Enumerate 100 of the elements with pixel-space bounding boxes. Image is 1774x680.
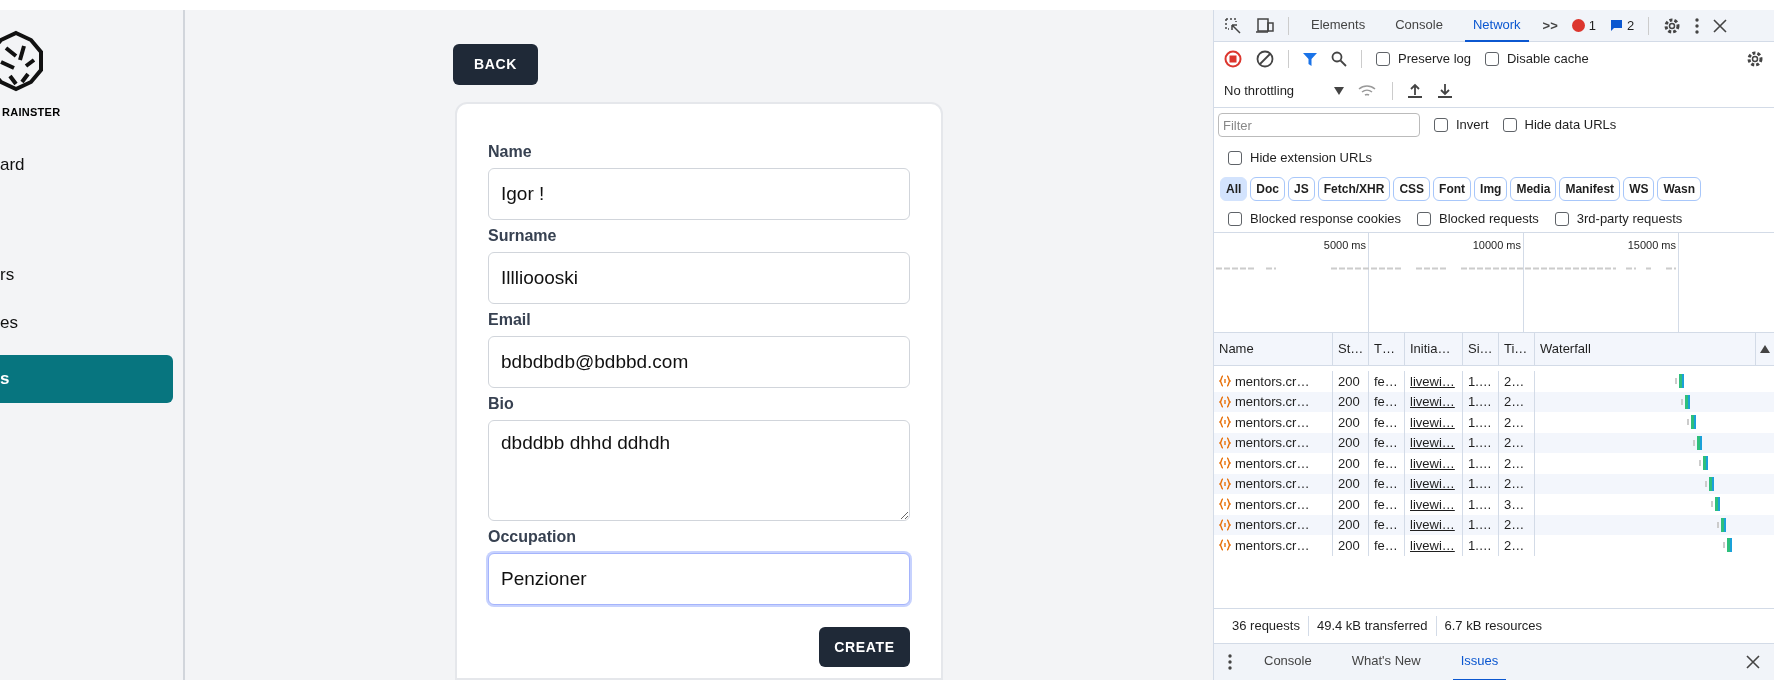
table-cell-text: 2…: [1504, 454, 1525, 473]
checkbox[interactable]: [1417, 211, 1432, 226]
drawer-tab[interactable]: What's New: [1343, 643, 1429, 680]
input-field[interactable]: Illlioooski: [488, 252, 910, 304]
clear-icon[interactable]: [1256, 49, 1274, 68]
filter-field[interactable]: Filter: [1218, 113, 1420, 137]
type-filter-chip[interactable]: Font: [1433, 177, 1472, 201]
type-filter-chip[interactable]: All: [1220, 177, 1248, 201]
throttling-dropdown[interactable]: No throttling: [1224, 81, 1345, 101]
bio-field[interactable]: dbddbb dhhd ddhdh: [488, 420, 910, 521]
table-cell-text: 2…: [1504, 516, 1525, 534]
checkbox[interactable]: [1434, 118, 1448, 132]
more-tabs-button[interactable]: >>: [1542, 15, 1558, 36]
table-cell[interactable]: livewi…: [1410, 494, 1455, 514]
table-cell-text: 2…: [1504, 475, 1525, 493]
checkbox[interactable]: [1502, 118, 1517, 132]
table-cell-text: 2…: [1504, 372, 1525, 391]
checkbox-label: Invert: [1456, 116, 1489, 135]
column-header[interactable]: Si…: [1463, 333, 1499, 365]
column-header[interactable]: Ti…: [1499, 333, 1535, 365]
table-cell-text: 2…: [1504, 393, 1525, 411]
table-cell-text: fe…: [1374, 372, 1398, 391]
sidebar-item[interactable]: rs: [0, 250, 173, 299]
record-icon[interactable]: [1224, 49, 1242, 68]
column-header[interactable]: Initia…: [1405, 333, 1463, 365]
table-cell[interactable]: livewi…: [1410, 515, 1455, 535]
column-header[interactable]: T…: [1369, 333, 1405, 365]
type-filter-chip[interactable]: WS: [1623, 177, 1655, 201]
device-toolbar-icon[interactable]: [1256, 17, 1274, 34]
column-header[interactable]: Name: [1214, 333, 1333, 365]
filter-icon[interactable]: [1303, 51, 1317, 66]
checkbox[interactable]: [1485, 51, 1499, 66]
drawer-tab[interactable]: Issues: [1452, 643, 1507, 680]
checkbox[interactable]: [1376, 51, 1390, 66]
type-filter-chip[interactable]: Manifest: [1559, 177, 1621, 201]
search-icon[interactable]: [1331, 50, 1347, 67]
type-filter-chip[interactable]: Fetch/XHR: [1317, 177, 1391, 201]
checkbox[interactable]: [1554, 211, 1569, 226]
table-cell[interactable]: livewi…: [1410, 535, 1455, 555]
table-cell-text: 1.…: [1468, 434, 1492, 452]
type-filter-chip[interactable]: Media: [1510, 177, 1557, 201]
input-field[interactable]: Penzioner: [488, 553, 910, 605]
back-button[interactable]: BACK: [453, 44, 538, 85]
table-cell-text: mentors.cr…: [1235, 372, 1310, 391]
devtools-tab[interactable]: Elements: [1303, 9, 1374, 42]
table-cell-text: 1.…: [1468, 516, 1492, 534]
field-label: Name: [488, 142, 533, 162]
close-icon[interactable]: [1746, 655, 1760, 669]
table-cell[interactable]: livewi…: [1410, 474, 1455, 494]
field-label: Bio: [488, 394, 515, 414]
type-filter-chip[interactable]: CSS: [1393, 177, 1431, 201]
table-cell-text: 2…: [1504, 434, 1525, 452]
type-filter-chip[interactable]: JS: [1288, 177, 1315, 201]
message-icon: [1610, 19, 1623, 32]
table-cell-text: fe…: [1374, 393, 1398, 411]
close-icon[interactable]: [1713, 18, 1728, 33]
create-button[interactable]: CREATE: [819, 627, 910, 667]
sidebar-item[interactable]: s: [0, 354, 173, 403]
checkbox-label: Hide data URLs: [1524, 116, 1617, 135]
type-filter-chip[interactable]: Wasn: [1657, 177, 1702, 201]
table-cell-text: 200: [1338, 434, 1360, 452]
table-cell[interactable]: livewi…: [1410, 412, 1455, 432]
more-options-icon[interactable]: [1228, 654, 1232, 670]
checkbox[interactable]: [1228, 150, 1242, 165]
table-cell-text: fe…: [1374, 495, 1398, 514]
more-options-icon[interactable]: [1695, 17, 1700, 34]
table-cell-text: mentors.cr…: [1235, 495, 1310, 514]
drawer-tab[interactable]: Console: [1256, 643, 1320, 680]
table-cell-text: 200: [1338, 454, 1360, 473]
status-text: 6.7 kB resources: [1435, 616, 1551, 636]
timeline-tick: 5000 ms: [1323, 238, 1366, 253]
table-cell[interactable]: livewi…: [1410, 433, 1455, 453]
column-header[interactable]: Waterfall: [1535, 333, 1756, 365]
column-header[interactable]: St…: [1333, 333, 1369, 365]
settings-icon[interactable]: [1663, 16, 1682, 35]
logo-text: RAINSTER: [2, 105, 61, 120]
sidebar-item[interactable]: es: [0, 298, 173, 347]
type-filter-chip[interactable]: Img: [1474, 177, 1508, 201]
table-cell[interactable]: livewi…: [1410, 371, 1455, 391]
inspect-icon[interactable]: [1224, 16, 1242, 35]
table-cell-text: 200: [1338, 516, 1360, 534]
error-count[interactable]: 1: [1588, 15, 1596, 36]
type-filter-chip[interactable]: Doc: [1250, 177, 1285, 201]
sidebar-item[interactable]: ard: [0, 140, 173, 189]
table-cell-text: mentors.cr…: [1235, 454, 1310, 473]
message-count[interactable]: 2: [1627, 15, 1635, 36]
table-cell-text: 200: [1338, 536, 1360, 555]
table-cell-text: 1.…: [1468, 413, 1492, 432]
table-cell[interactable]: livewi…: [1410, 453, 1455, 473]
settings-icon[interactable]: [1746, 49, 1764, 68]
devtools-tab[interactable]: Console: [1387, 9, 1451, 42]
checkbox[interactable]: [1228, 211, 1242, 226]
devtools-tab[interactable]: Network: [1464, 9, 1529, 42]
upload-icon[interactable]: [1407, 83, 1424, 99]
table-cell[interactable]: livewi…: [1410, 392, 1455, 412]
checkbox-label: 3rd-party requests: [1576, 209, 1683, 228]
download-icon[interactable]: [1437, 83, 1454, 99]
input-field[interactable]: Igor !: [488, 168, 910, 220]
table-cell-text: mentors.cr…: [1235, 434, 1310, 452]
input-field[interactable]: bdbdbdb@bdbbd.com: [488, 336, 910, 388]
